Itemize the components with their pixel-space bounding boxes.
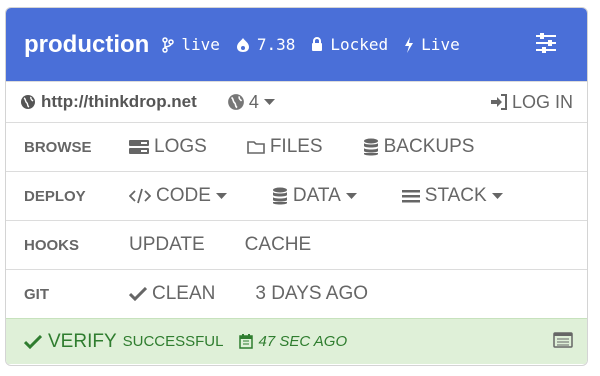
environment-header: production live 7.38 Locked Live [6, 8, 587, 81]
bolt-icon [405, 36, 414, 53]
site-url: http://thinkdrop.net [41, 92, 197, 111]
site-url-link[interactable]: http://thinkdrop.net [20, 92, 197, 112]
browse-label: BROWSE [24, 138, 92, 156]
stack-label: STACK [424, 185, 487, 206]
version-meta: 7.38 [236, 35, 296, 54]
cache-button[interactable]: CACHE [245, 234, 312, 256]
environment-name[interactable]: production [24, 31, 149, 59]
git-status-label: CLEAN [152, 283, 216, 304]
stack-dropdown[interactable]: STACK [401, 185, 508, 207]
browse-row: BROWSE LOGS FILES BACKUPS [6, 122, 587, 171]
lock-status: Locked [330, 35, 389, 54]
calendar-icon [239, 334, 254, 349]
lock-icon [312, 37, 323, 51]
git-last-change: 3 DAYS AGO [255, 283, 368, 304]
code-icon [129, 188, 151, 204]
hooks-label: HOOKS [24, 236, 80, 254]
code-label: CODE [156, 185, 211, 206]
data-label: DATA [292, 185, 341, 206]
sign-in-icon [490, 94, 507, 110]
branch-icon [162, 36, 175, 53]
git-status: CLEAN [129, 283, 215, 305]
deploy-row: DEPLOY CODE DATA STACK [6, 171, 587, 220]
check-icon [24, 334, 42, 349]
hooks-row: HOOKS UPDATE CACHE [6, 220, 587, 269]
data-dropdown[interactable]: DATA [272, 185, 362, 207]
code-dropdown[interactable]: CODE [129, 185, 232, 207]
logs-button[interactable]: LOGS [129, 136, 207, 158]
globe-icon [227, 94, 244, 110]
login-button[interactable]: LOG IN [490, 92, 573, 113]
task-log-icon[interactable] [553, 332, 573, 348]
git-label: GIT [24, 285, 49, 303]
sites-dropdown[interactable]: 4 [227, 92, 279, 113]
logs-label: LOGS [154, 136, 207, 157]
lock-meta: Locked [311, 35, 388, 54]
caret-down-icon [215, 192, 227, 199]
update-button[interactable]: UPDATE [129, 234, 205, 256]
globe-icon [21, 95, 35, 109]
site-row: http://thinkdrop.net 4 LOG IN [6, 81, 587, 122]
files-label: FILES [269, 136, 323, 157]
sites-count: 4 [248, 91, 259, 112]
database-icon [272, 187, 287, 205]
branch-name: live [181, 35, 220, 54]
task-time-ago: 47 SEC AGO [258, 333, 348, 350]
files-button[interactable]: FILES [247, 136, 323, 158]
folder-icon [247, 141, 265, 154]
task-status-bar: VERIFY SUCCESSFUL 47 SEC AGO [6, 318, 587, 364]
deploy-label: DEPLOY [24, 187, 86, 205]
git-row: GIT CLEAN 3 DAYS AGO [6, 269, 587, 318]
backups-button[interactable]: BACKUPS [363, 136, 475, 158]
login-label: LOG IN [511, 91, 573, 112]
bars-icon [401, 190, 420, 203]
database-icon [363, 138, 378, 156]
task-result: SUCCESSFUL [122, 333, 224, 350]
task-time: 47 SEC AGO [239, 333, 347, 350]
check-icon [129, 287, 147, 301]
environment-card: production live 7.38 Locked Live http://… [5, 7, 588, 366]
backups-label: BACKUPS [383, 136, 475, 157]
branch-meta: live [162, 35, 220, 54]
caret-down-icon [491, 192, 503, 199]
settings-sliders-icon[interactable] [535, 33, 557, 53]
version-number: 7.38 [256, 35, 296, 54]
power-status: Live [421, 35, 460, 54]
power-meta: Live [404, 35, 460, 54]
caret-down-icon [345, 192, 357, 199]
drupal-drop-icon [236, 37, 249, 52]
verify-task: VERIFY [24, 331, 117, 353]
verify-label: VERIFY [48, 330, 117, 352]
server-icon [129, 140, 149, 154]
caret-down-icon [263, 98, 275, 105]
